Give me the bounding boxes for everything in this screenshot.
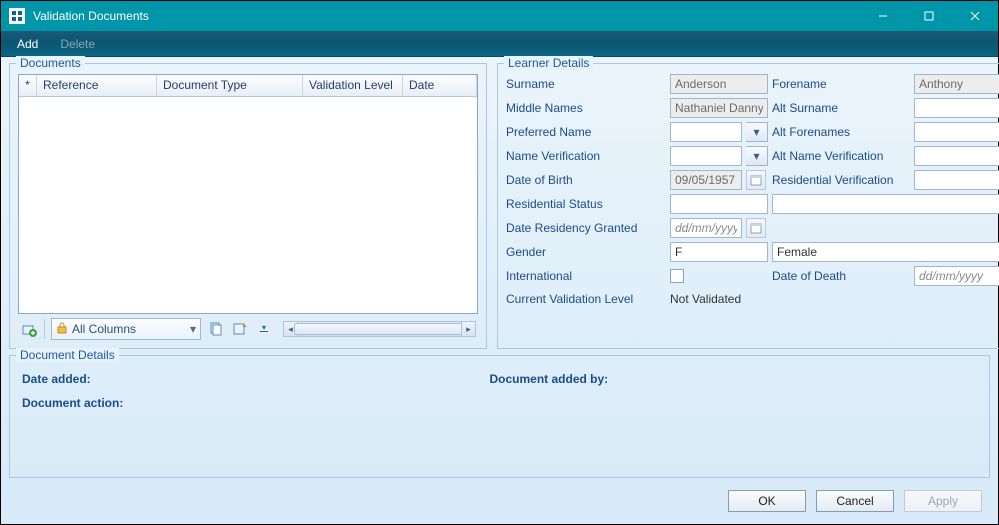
label-middle-names: Middle Names [506,99,666,117]
label-current-validation: Current Validation Level [506,290,666,308]
button-bar: OK Cancel Apply [9,484,990,518]
scroll-thumb[interactable] [294,323,465,335]
name-verification-field[interactable] [670,146,742,166]
document-details-legend: Document Details [16,348,119,362]
label-gender: Gender [506,243,666,261]
grid-header: * Reference Document Type Validation Lev… [19,75,477,97]
label-surname: Surname [506,75,666,93]
middle-names-field [670,98,768,118]
label-alt-surname: Alt Surname [772,99,910,117]
res-granted-calendar-icon[interactable] [746,218,766,238]
window-title: Validation Documents [33,9,860,23]
added-by-value [650,372,978,386]
close-button[interactable] [952,1,998,31]
label-name-verification: Name Verification [506,147,666,165]
forename-field [914,74,999,94]
documents-panel: Documents * Reference Document Type Vali… [9,63,487,349]
scroll-right-icon[interactable]: ▸ [461,322,475,336]
alt-surname-field[interactable] [914,98,999,118]
menubar: Add Delete [1,31,998,57]
chevron-down-icon: ▾ [190,322,196,336]
res-status-code-field[interactable] [670,194,768,214]
menu-add[interactable]: Add [7,34,48,54]
surname-field [670,74,768,94]
documents-legend: Documents [16,56,85,70]
lock-icon [56,322,68,337]
date-added-value [162,372,490,386]
columns-dropdown-label: All Columns [72,322,186,336]
ok-button[interactable]: OK [728,490,806,512]
label-res-verification: Residential Verification [772,171,910,189]
alt-name-verification-field[interactable] [914,146,999,166]
document-action-value [162,396,490,410]
label-alt-forenames: Alt Forenames [772,123,910,141]
export-icon[interactable] [231,320,249,338]
alt-forenames-field[interactable] [914,122,999,142]
grid-body[interactable] [19,97,477,313]
dob-calendar-icon[interactable] [746,170,766,190]
preferred-name-field[interactable] [670,122,742,142]
dob-field [670,170,742,190]
menu-delete: Delete [50,34,105,54]
col-validation-level[interactable]: Validation Level [303,75,403,96]
dod-field[interactable] [914,266,999,286]
app-icon [9,8,25,24]
label-document-action: Document action: [22,396,162,410]
content-area: Documents * Reference Document Type Vali… [1,57,998,524]
res-verification-field[interactable] [914,170,999,190]
overflow-icon[interactable]: ▾ [255,320,273,338]
grid-toolbar: All Columns ▾ ▾ ◂ ▸ [18,314,478,340]
minimize-button[interactable] [860,1,906,31]
horizontal-scrollbar[interactable]: ◂ ▸ [283,321,476,337]
learner-legend: Learner Details [504,56,593,70]
columns-dropdown[interactable]: All Columns ▾ [51,318,201,340]
documents-grid[interactable]: * Reference Document Type Validation Lev… [18,74,478,314]
col-date[interactable]: Date [403,75,477,96]
label-res-granted: Date Residency Granted [506,219,666,237]
preferred-name-dropdown[interactable]: ▾ [746,122,768,142]
window: Validation Documents Add Delete Document… [0,0,999,525]
window-controls [860,1,998,31]
label-international: International [506,267,666,285]
name-verification-dropdown[interactable]: ▾ [746,146,768,166]
label-dob: Date of Birth [506,171,666,189]
learner-details-panel: Learner Details Surname Forename Middle … [497,63,999,349]
label-res-status: Residential Status [506,195,666,213]
res-granted-field[interactable] [670,218,742,238]
res-status-desc-field[interactable] [772,194,999,214]
copy-icon[interactable] [207,320,225,338]
col-marker[interactable]: * [19,75,37,96]
label-alt-name-verification: Alt Name Verification [772,147,910,165]
international-checkbox[interactable] [670,269,684,283]
label-date-added: Date added: [22,372,162,386]
current-validation-value: Not Validated [670,290,999,308]
label-forename: Forename [772,75,910,93]
apply-button: Apply [904,490,982,512]
add-row-icon[interactable] [20,320,38,338]
col-document-type[interactable]: Document Type [157,75,303,96]
document-details-panel: Document Details Date added: Document ad… [9,355,990,478]
gender-desc-field[interactable] [772,242,999,262]
cancel-button[interactable]: Cancel [816,490,894,512]
label-preferred-name: Preferred Name [506,123,666,141]
gender-code-field[interactable] [670,242,768,262]
label-dod: Date of Death [772,267,910,285]
label-added-by: Document added by: [490,372,650,386]
col-reference[interactable]: Reference [37,75,157,96]
maximize-button[interactable] [906,1,952,31]
titlebar: Validation Documents [1,1,998,31]
